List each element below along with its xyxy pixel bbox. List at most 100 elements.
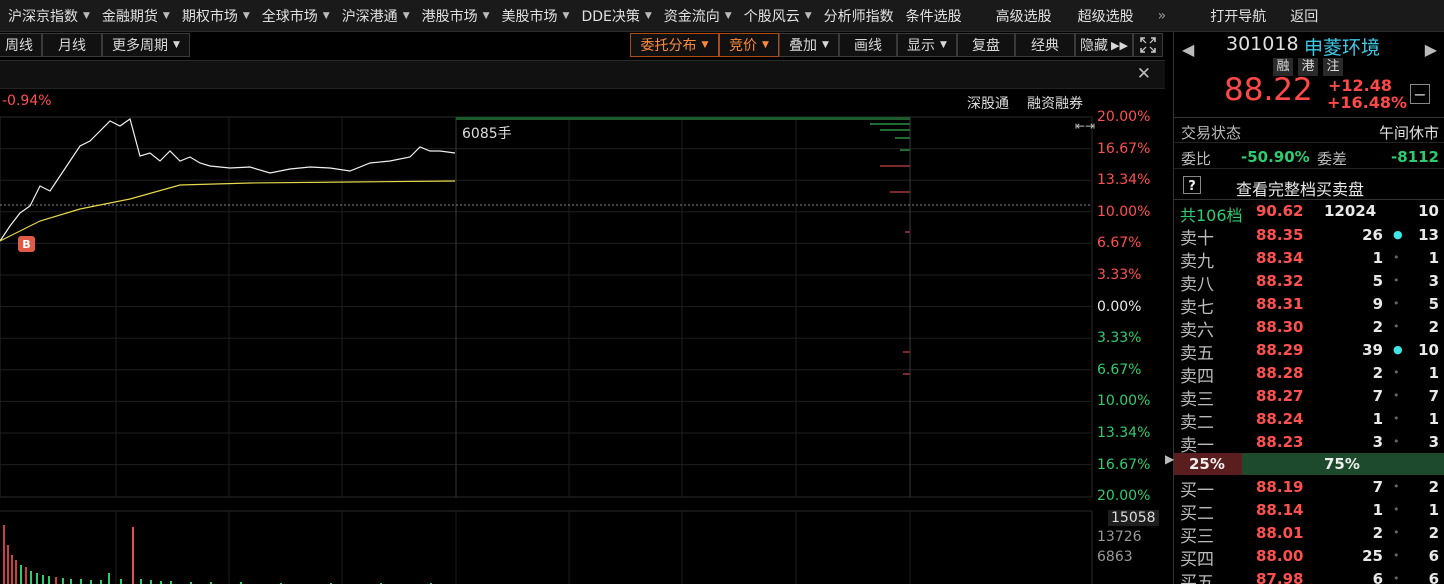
volume-bar [108,573,110,584]
buy-marker-label: B [22,237,31,251]
order-dot-empty-icon: • [1393,251,1400,264]
volume-bar [70,579,72,584]
hide-button[interactable]: 隐藏 ▶▶ [1075,33,1133,57]
nav-item-9[interactable]: 个股风云 ▼ [736,0,816,32]
help-icon[interactable]: ? [1183,176,1201,194]
full-book-row[interactable]: ? 查看完整档买卖盘 [1174,174,1444,200]
ask-price: 88.23 [1256,433,1304,451]
week-line-button[interactable]: 周线 [0,33,42,57]
bid-row[interactable]: 买二 88.14 1 • 1 [1174,499,1444,524]
buy-marker[interactable]: B [18,236,35,252]
review-button[interactable]: 复盘 [957,33,1015,57]
display-button[interactable]: 显示 ▼ [897,33,957,57]
more-period-button[interactable]: 更多周期 ▼ [102,33,190,57]
bid-row[interactable]: 买一 88.19 7 • 2 [1174,476,1444,501]
volume-bar [42,575,44,584]
order-dot-empty-icon: • [1393,503,1400,516]
nav-item-label: 超级选股 [1077,8,1134,25]
ask-ratio-label: 25% [1189,455,1225,473]
stock-tag: 注 [1323,58,1343,76]
order-bar [890,191,910,193]
ask-row[interactable]: 卖九 88.34 1 • 1 [1174,247,1444,272]
classic-button[interactable]: 经典 [1015,33,1075,57]
axis-label: 16.67% [1097,140,1151,157]
prev-stock-icon[interactable]: ◀ [1182,40,1194,59]
nav-item-0[interactable]: 沪深京指数 ▼ [0,0,94,32]
ask-row[interactable]: 卖四 88.28 2 • 1 [1174,362,1444,387]
full-book-link[interactable]: 查看完整档买卖盘 [1236,176,1364,200]
ask-row[interactable]: 卖十 88.35 26 ● 13 [1174,224,1444,249]
fullscreen-button[interactable] [1133,33,1163,57]
next-stock-icon[interactable]: ▶ [1425,40,1437,59]
ask-row[interactable]: 卖八 88.32 5 • 3 [1174,270,1444,295]
weicha-value: -8112 [1391,148,1439,166]
order-distribution-button[interactable]: 委托分布 ▼ [630,33,719,57]
nav-item-label: 金融期货 [101,8,158,25]
ask-price: 88.30 [1256,318,1304,336]
nav-item-4[interactable]: 沪深港通 ▼ [334,0,414,32]
volume-axis-label: 13726 [1097,529,1142,545]
nav-item-1[interactable]: 金融期货 ▼ [94,0,174,32]
overlay-button[interactable]: 叠加 ▼ [779,33,839,57]
ask-row[interactable]: 卖一 88.23 3 • 3 [1174,431,1444,456]
axis-label: 6.67% [1097,361,1142,378]
expand-arrows-icon[interactable]: ⇤⇥ [1075,119,1095,133]
nav-item-label: 期权市场 [181,8,238,25]
back-button[interactable]: 返回 [1282,0,1322,32]
nav-item-label: 条件选股 [905,8,962,25]
bid-volume: 2 [1372,524,1383,542]
bid-row[interactable]: 买五 87.98 6 • 6 [1174,568,1444,584]
nav-item-label: 高级选股 [995,8,1052,25]
nav-item-13[interactable]: 超级选股 [1070,0,1138,32]
nav-item-11[interactable]: 条件选股 [898,0,966,32]
axis-label: 3.33% [1097,267,1142,283]
chart-toolbar: 周线 月线 更多周期 ▼ 委托分布 ▼ 竞价 ▼ 叠加 ▼ 画线 显示 ▼ 复盘 经典 隐… [0,32,1165,58]
volume-bar [150,580,152,584]
auction-button[interactable]: 竞价 ▼ [719,33,779,57]
ask-row[interactable]: 卖七 88.31 9 • 5 [1174,293,1444,318]
price-change-pct: +16.48% [1327,93,1408,112]
collapse-arrow-icon[interactable]: ▶ [1165,452,1174,466]
draw-line-button[interactable]: 画线 [839,33,897,57]
bid-row[interactable]: 买四 88.00 25 • 6 [1174,545,1444,570]
order-bar [880,129,910,131]
ask-volume: 26 [1362,226,1383,244]
hide-label: 隐藏 [1080,38,1109,54]
month-line-button[interactable]: 月线 [42,33,102,57]
stock-name[interactable]: 申菱环境 [1304,33,1380,60]
ask-row[interactable]: 卖三 88.27 7 • 7 [1174,385,1444,410]
ask-row[interactable]: 卖二 88.24 1 • 1 [1174,408,1444,433]
volume-bar [132,527,134,584]
minus-icon[interactable]: − [1410,84,1430,104]
order-bar [880,165,910,167]
bid-row[interactable]: 买三 88.01 2 • 2 [1174,522,1444,547]
order-dot-empty-icon: • [1393,320,1400,333]
ask-row[interactable]: 卖五 88.29 39 ● 10 [1174,339,1444,364]
axis-label: 20.00% [1097,488,1151,505]
nav-item-label: 沪深港通 [341,8,398,25]
nav-item-6[interactable]: 美股市场 ▼ [494,0,574,32]
order-dot-empty-icon: • [1393,297,1400,310]
total-levels-count: 10 [1418,202,1439,220]
nav-item-10[interactable]: 分析师指数 [816,0,898,32]
nav-item-8[interactable]: 资金流向 ▼ [656,0,736,32]
nav-item-3[interactable]: 全球市场 ▼ [254,0,334,32]
ask-level-label: 卖五 [1180,344,1214,364]
week-label: 周线 [5,38,33,54]
ask-row[interactable]: 卖六 88.30 2 • 2 [1174,316,1444,341]
ask-price: 88.35 [1256,226,1304,244]
bid-level-label: 买五 [1180,573,1214,584]
help-glyph: ? [1188,179,1196,194]
axis-label: 20.00% [1097,109,1151,125]
open-nav-button[interactable]: 打开导航 [1202,0,1270,32]
status-label: 交易状态 [1181,124,1242,142]
nav-more-icon[interactable]: » [1150,0,1171,32]
nav-item-12[interactable]: 高级选股 [988,0,1056,32]
volume-axis-label: 6863 [1097,549,1133,565]
axis-label: 10.00% [1097,393,1151,410]
status-value: 午间休市 [1378,124,1439,142]
nav-item-5[interactable]: 港股市场 ▼ [414,0,494,32]
display-label: 显示 [907,38,936,54]
nav-item-2[interactable]: 期权市场 ▼ [174,0,254,32]
nav-item-7[interactable]: DDE决策 ▼ [573,0,655,32]
